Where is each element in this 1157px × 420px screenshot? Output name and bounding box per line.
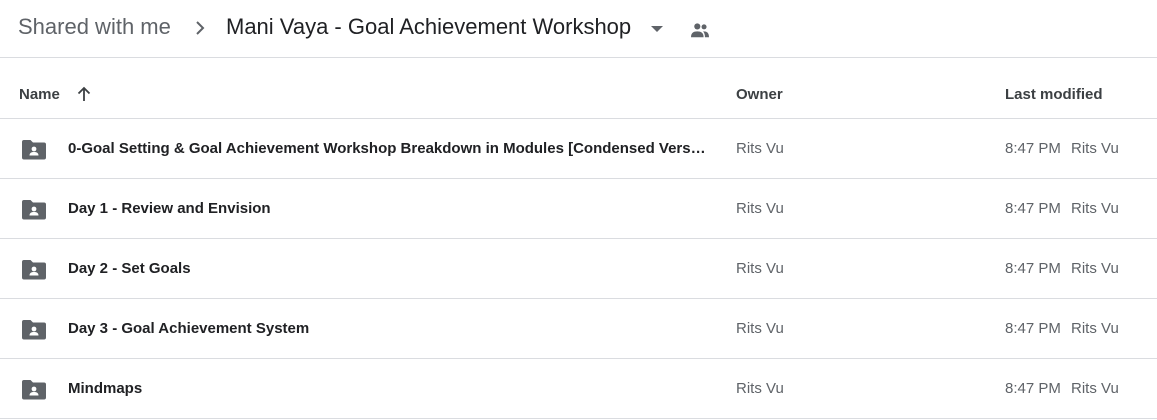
caret-down-icon[interactable] (650, 24, 664, 34)
file-name[interactable]: Day 2 - Set Goals (68, 260, 713, 277)
file-owner: Rits Vu (736, 200, 784, 217)
file-row[interactable]: 0-Goal Setting & Goal Achievement Worksh… (0, 119, 1157, 179)
file-owner: Rits Vu (736, 380, 784, 397)
file-owner: Rits Vu (736, 260, 784, 277)
column-header-name[interactable]: Name (19, 86, 60, 103)
shared-folder-icon (22, 140, 46, 160)
file-name[interactable]: 0-Goal Setting & Goal Achievement Worksh… (68, 140, 713, 157)
file-name[interactable]: Mindmaps (68, 380, 713, 397)
file-modified-by: Rits Vu (1071, 200, 1119, 217)
file-row[interactable]: Day 2 - Set Goals Rits Vu 8:47 PM Rits V… (0, 239, 1157, 299)
file-modified-by: Rits Vu (1071, 380, 1119, 397)
file-modified-by: Rits Vu (1071, 140, 1119, 157)
file-row[interactable]: Day 1 - Review and Envision Rits Vu 8:47… (0, 179, 1157, 239)
file-modified-by: Rits Vu (1071, 260, 1119, 277)
breadcrumb-bar: Shared with me Mani Vaya - Goal Achievem… (0, 0, 1157, 58)
file-row[interactable]: Mindmaps Rits Vu 8:47 PM Rits Vu (0, 359, 1157, 419)
chevron-right-icon (196, 21, 205, 35)
breadcrumb-current-folder[interactable]: Mani Vaya - Goal Achievement Workshop (226, 14, 631, 40)
arrow-up-icon[interactable] (75, 85, 93, 103)
file-owner: Rits Vu (736, 320, 784, 337)
file-row[interactable]: Day 3 - Goal Achievement System Rits Vu … (0, 299, 1157, 359)
shared-folder-icon (22, 320, 46, 340)
column-header-row: Name Owner Last modified (0, 59, 1157, 119)
file-modified-by: Rits Vu (1071, 320, 1119, 337)
breadcrumb-shared-with-me[interactable]: Shared with me (18, 14, 171, 40)
file-modified-time: 8:47 PM (1005, 140, 1061, 157)
shared-folder-icon (22, 260, 46, 280)
file-owner: Rits Vu (736, 140, 784, 157)
file-modified-time: 8:47 PM (1005, 320, 1061, 337)
file-modified-time: 8:47 PM (1005, 260, 1061, 277)
file-name[interactable]: Day 1 - Review and Envision (68, 200, 713, 217)
file-modified-time: 8:47 PM (1005, 380, 1061, 397)
file-name[interactable]: Day 3 - Goal Achievement System (68, 320, 713, 337)
shared-folder-icon (22, 200, 46, 220)
column-header-last-modified[interactable]: Last modified (1005, 86, 1103, 103)
column-header-owner[interactable]: Owner (736, 86, 783, 103)
file-modified-time: 8:47 PM (1005, 200, 1061, 217)
shared-folder-icon (22, 380, 46, 400)
people-icon (691, 23, 709, 38)
